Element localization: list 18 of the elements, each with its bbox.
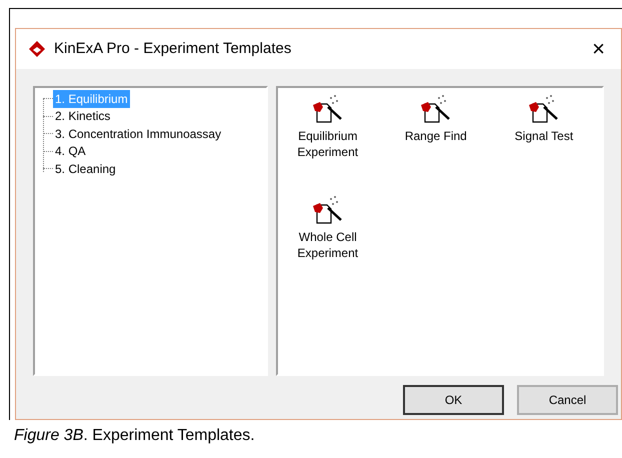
template-item[interactable]: Whole Cell Experiment [278,195,378,296]
template-item[interactable]: Signal Test [494,94,594,195]
template-item[interactable]: Equilibrium Experiment [278,94,378,195]
close-button[interactable]: × [592,38,605,60]
tree-item[interactable]: 4. QA [53,142,88,160]
dialog-button[interactable]: Cancel [517,385,618,415]
template-item[interactable]: Range Find [386,94,486,195]
template-label: Range Find [404,128,468,144]
tree-item[interactable]: 3. Concentration Immunoassay [53,124,224,143]
figure-caption: Figure 3B. Experiment Templates. [14,426,255,446]
app-logo-icon [28,40,46,58]
template-label: Signal Test [514,128,574,144]
tree-item[interactable]: 2. Kinetics [53,107,112,126]
template-label: Equilibrium Experiment [296,128,360,160]
tree-item[interactable]: 5. Cleaning [53,160,118,178]
dialog-button[interactable]: OK [403,385,504,415]
window-title: KinExA Pro - Experiment Templates [54,38,292,59]
template-label: Whole Cell Experiment [296,229,360,261]
